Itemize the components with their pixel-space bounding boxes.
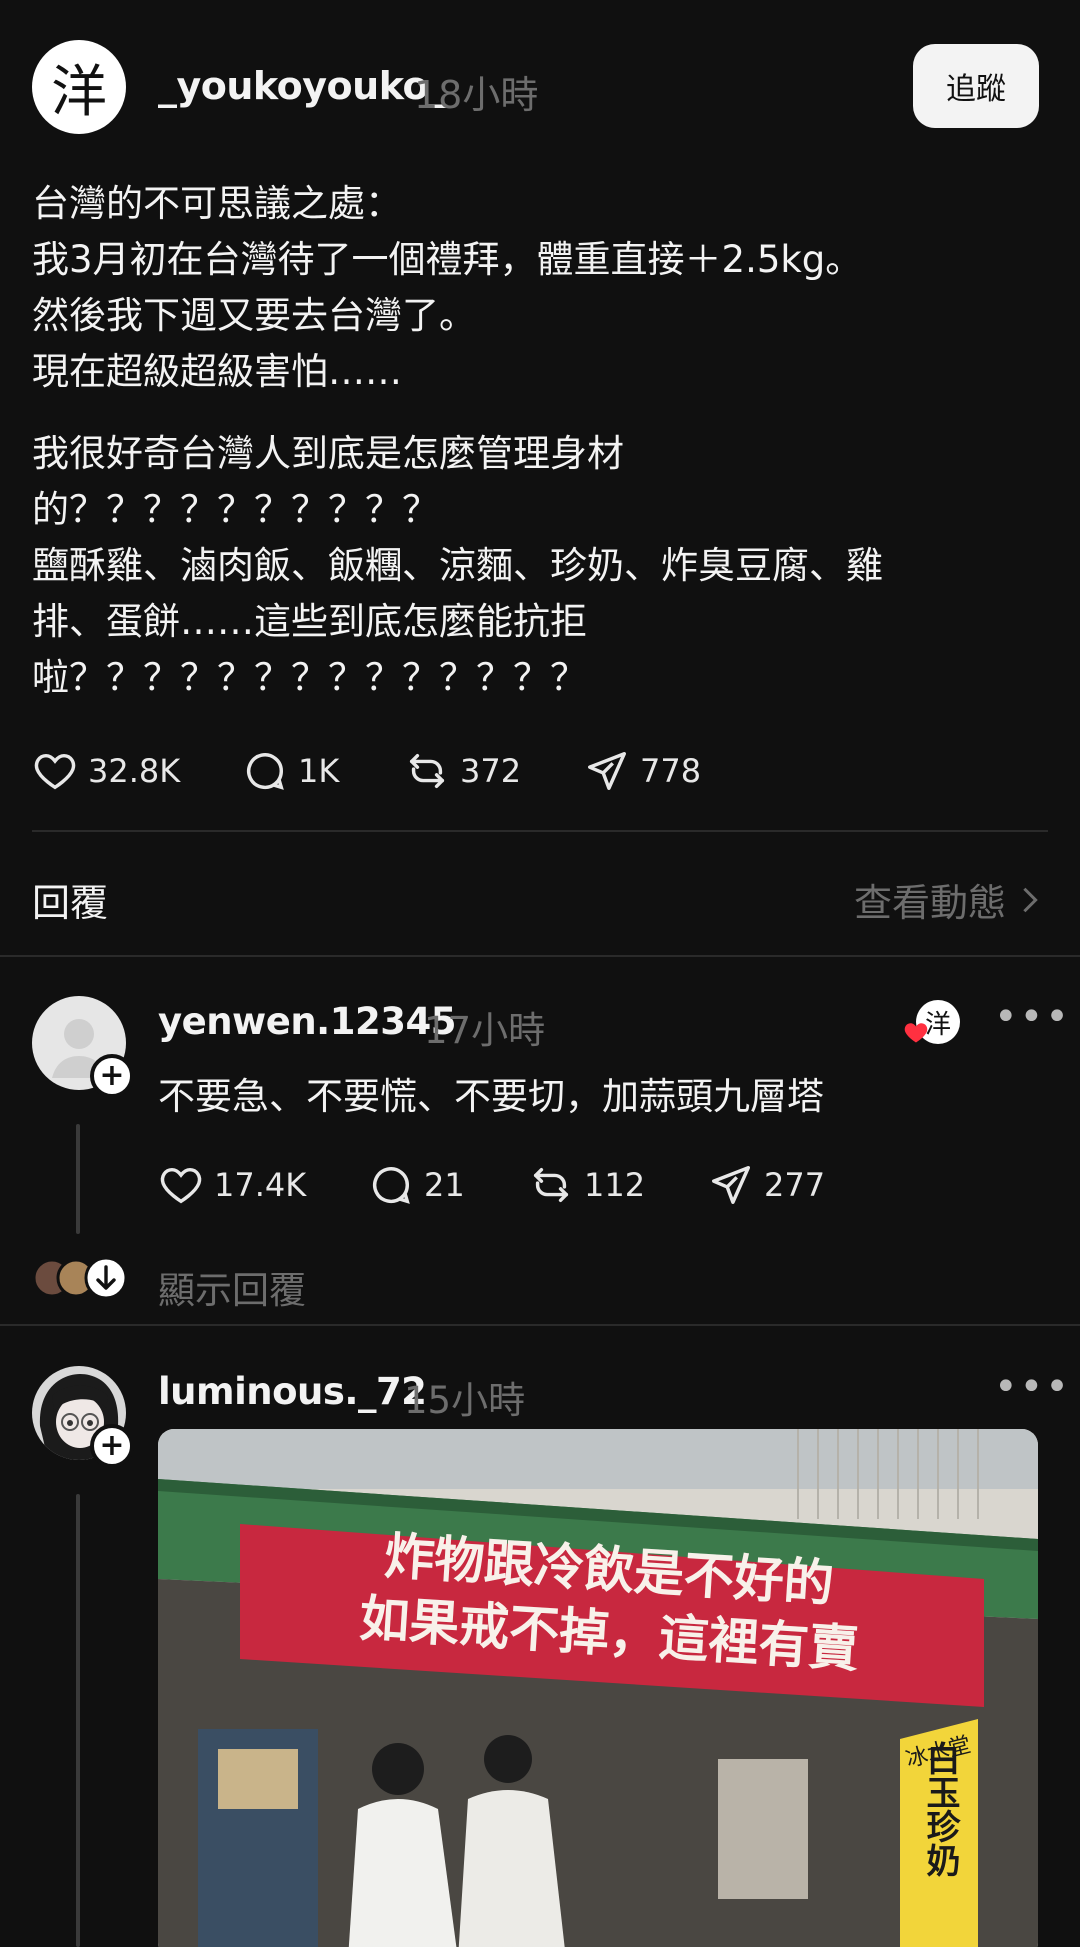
reply-2-username[interactable]: luminous._72 <box>158 1370 427 1413</box>
send-icon <box>588 752 626 790</box>
repost-icon <box>533 1167 569 1203</box>
follow-plus-icon[interactable]: + <box>90 1424 134 1468</box>
send-icon <box>712 1166 750 1204</box>
view-activity-link[interactable]: 查看動態 <box>854 872 1040 927</box>
divider <box>0 1324 1080 1326</box>
post-timestamp: 18小時 <box>414 73 539 117</box>
replies-heading: 回覆 <box>32 881 109 925</box>
reply-2-timestamp: 15小時 <box>404 1379 526 1422</box>
show-replies-link[interactable]: 顯示回覆 <box>158 1260 306 1314</box>
author-username[interactable]: _youkoyouko_ <box>158 64 447 108</box>
repost-button[interactable]: 372 <box>404 748 521 794</box>
post-text: 台灣的不可思議之處： 我3月初在台灣待了一個禮拜，體重直接＋2.5kg。 然後我… <box>32 176 1042 706</box>
comment-count: 1K <box>298 752 340 790</box>
comment-bubble-icon <box>247 753 284 790</box>
repost-icon <box>409 753 445 789</box>
post-paragraph-1: 台灣的不可思議之處： 我3月初在台灣待了一個禮拜，體重直接＋2.5kg。 然後我… <box>32 182 863 393</box>
storefront-photo: 炸物跟冷飲是不好的 如果戒不掉，這裡有賣 冰水堂 白玉珍奶 <box>158 1429 1038 1947</box>
divider <box>0 955 1080 957</box>
follow-plus-icon[interactable]: + <box>90 1054 134 1098</box>
reply-2-photo[interactable]: 炸物跟冷飲是不好的 如果戒不掉，這裡有賣 冰水堂 白玉珍奶 <box>158 1429 1038 1947</box>
repost-count: 372 <box>460 752 522 790</box>
post-paragraph-2: 我很好奇台灣人到底是怎麼管理身材 的？？？？？？？？？？ 鹽酥雞、滷肉飯、飯糰、… <box>32 432 883 699</box>
author-avatar-char: 洋 <box>51 59 107 125</box>
share-count: 778 <box>640 752 702 790</box>
divider <box>32 830 1048 832</box>
reply-1-share-count: 277 <box>764 1166 826 1204</box>
chevron-right-icon <box>1023 887 1038 912</box>
view-activity-label: 查看動態 <box>853 881 1006 925</box>
reply-1-timestamp: 17小時 <box>424 1009 546 1052</box>
reply-1-share-button[interactable]: 277 <box>708 1162 825 1208</box>
heart-icon <box>34 753 76 790</box>
reply-1-like-button[interactable]: 17.4K <box>158 1162 306 1208</box>
reply-avatars-stack[interactable] <box>32 1254 132 1302</box>
like-count: 32.8K <box>88 752 181 790</box>
reply-1-repost-count: 112 <box>584 1166 646 1204</box>
more-dots-icon[interactable]: ••• <box>994 1364 1071 1410</box>
heart-icon <box>160 1167 202 1204</box>
reply-1-text: 不要急、不要慌、不要切，加蒜頭九層塔 <box>158 1075 824 1118</box>
threads-post-page: 洋 _youkoyouko_ 18小時 追蹤 台灣的不可思議之處： 我3月初在台… <box>0 0 1080 1947</box>
reply-1-comment-button[interactable]: 21 <box>368 1162 465 1208</box>
reply-1-username[interactable]: yenwen.12345 <box>158 1000 456 1043</box>
reply-1-like-count: 17.4K <box>214 1166 307 1204</box>
author-avatar[interactable]: 洋 <box>32 40 126 134</box>
red-heart-icon <box>904 1023 928 1043</box>
share-button[interactable]: 778 <box>584 748 701 794</box>
comment-bubble-icon <box>373 1167 410 1204</box>
sign-line-2: 白玉珍奶 <box>920 1741 960 1878</box>
like-button[interactable]: 32.8K <box>32 748 180 794</box>
comment-button[interactable]: 1K <box>242 748 339 794</box>
reply-1-comment-count: 21 <box>424 1166 465 1204</box>
reply-1-repost-button[interactable]: 112 <box>528 1162 645 1208</box>
more-dots-icon[interactable]: ••• <box>994 994 1071 1040</box>
thread-line <box>76 1494 80 1947</box>
thread-line <box>76 1124 80 1234</box>
follow-button[interactable]: 追蹤 <box>913 44 1039 128</box>
